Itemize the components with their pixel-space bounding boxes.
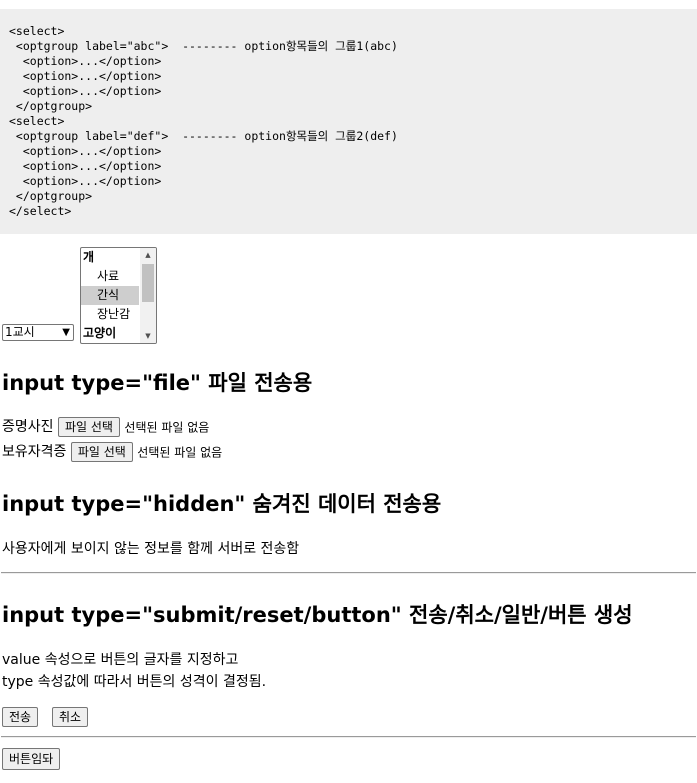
file-row-photo: 증명사진 파일 선택 선택된 파일 없음 — [2, 416, 209, 437]
code-line: <option>...</option> — [9, 84, 162, 98]
listbox-scrollbar[interactable]: ▲ ▼ — [140, 248, 156, 343]
code-line: <optgroup label="abc"> -------- option항목… — [9, 39, 398, 53]
divider — [1, 572, 696, 574]
general-button[interactable]: 버튼임돠 — [2, 748, 61, 770]
code-line: </optgroup> — [9, 99, 93, 113]
file-status-text: 선택된 파일 없음 — [124, 420, 210, 435]
file-row-label: 증명사진 — [2, 419, 54, 435]
listbox-group-label: 개 — [83, 250, 95, 264]
reset-button[interactable]: 취소 — [52, 707, 89, 727]
divider — [1, 736, 696, 738]
scroll-up-arrow-icon[interactable]: ▲ — [140, 248, 156, 262]
choose-file-button[interactable]: 파일 선택 — [57, 417, 120, 437]
code-line: <select> — [9, 114, 65, 128]
file-row-label: 보유자격증 — [2, 444, 67, 460]
listbox-group-label: 고양이 — [83, 326, 117, 340]
code-line: <optgroup label="def"> -------- option항목… — [9, 129, 398, 143]
listbox-option[interactable]: 사료 — [81, 267, 139, 286]
file-status-text: 선택된 파일 없음 — [137, 445, 223, 460]
scrollbar-thumb[interactable] — [142, 264, 154, 302]
period-select-value: 1교시 — [5, 325, 35, 339]
period-select[interactable]: 1교시 ▼ — [2, 324, 74, 341]
file-section-heading: input type="file" 파일 전송용 — [2, 371, 313, 395]
hidden-section-text: 사용자에게 보이지 않는 정보를 함께 서버로 전송함 — [2, 541, 300, 557]
code-line: <option>...</option> — [9, 174, 162, 188]
file-row-certificate: 보유자격증 파일 선택 선택된 파일 없음 — [2, 441, 222, 462]
code-line: </select> — [9, 204, 72, 218]
code-block: <select> <optgroup label="abc"> --------… — [0, 9, 697, 234]
code-line: <option>...</option> — [9, 144, 162, 158]
button-section-line-1: value 속성으로 버튼의 글자를 지정하고 — [2, 652, 239, 668]
hidden-section-heading: input type="hidden" 숨겨진 데이터 전송용 — [2, 492, 442, 516]
scroll-down-arrow-icon[interactable]: ▼ — [140, 329, 156, 343]
code-line: <option>...</option> — [9, 69, 162, 83]
code-line: <option>...</option> — [9, 54, 162, 68]
button-section-line-2: type 속성값에 따라서 버튼의 성격이 결정됨. — [2, 674, 267, 690]
chevron-down-icon: ▼ — [62, 327, 70, 338]
button-section-heading: input type="submit/reset/button" 전송/취소/일… — [2, 603, 633, 627]
pet-listbox[interactable]: 개 사료 간식 장난감 고양이 ▲ ▼ — [80, 247, 157, 344]
code-line: <option>...</option> — [9, 159, 162, 173]
code-line: <select> — [9, 24, 65, 38]
choose-file-button[interactable]: 파일 선택 — [70, 442, 133, 462]
submit-button[interactable]: 전송 — [2, 707, 39, 727]
code-line: </optgroup> — [9, 189, 93, 203]
listbox-option[interactable]: 장난감 — [81, 305, 139, 324]
listbox-option-selected[interactable]: 간식 — [81, 286, 139, 305]
